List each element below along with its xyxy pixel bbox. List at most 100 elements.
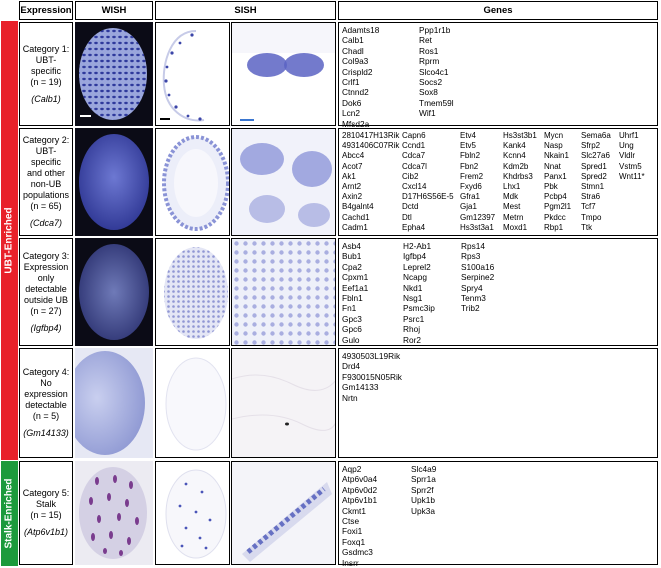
gene-name: Ccnd1: [402, 141, 426, 151]
gene-name: Khdrbs3: [503, 171, 533, 181]
gene-name: Cpa2: [342, 261, 362, 272]
gene-name: Wif1: [419, 108, 436, 119]
gene-name: Spred1: [581, 161, 607, 171]
gene-name: Bub1: [342, 251, 362, 262]
gene-name: Mest: [503, 202, 521, 212]
gene-name: Fbn2: [460, 161, 479, 171]
gene-name: Ak1: [342, 171, 356, 181]
category-line: Category 2:: [22, 135, 70, 145]
gene-name: Wnt11*: [619, 171, 645, 181]
category-line: non-UB: [30, 179, 62, 189]
gene-name: Ror2: [403, 334, 421, 345]
sidebar-ubt-enriched: UBT-Enriched: [1, 21, 18, 460]
sish-zoom-svg: [232, 239, 335, 345]
header-wish: WISH: [75, 1, 153, 20]
sish-section-cat3: [155, 238, 230, 346]
sish-section-cat5: [155, 461, 230, 565]
gene-name: Etv4: [460, 131, 477, 140]
gene-name: Fxyd6: [460, 182, 482, 192]
sish-section-cat4: [155, 348, 230, 458]
genes-cell-cat3: Asb4 Bub1 Cpa2 Cpxm1 Eef1a1 Fbln1 Fn1 Gpc3 Gpc6 G…: [338, 238, 658, 346]
gene-name: Aqp2: [342, 464, 362, 474]
category-3-cell: Category 3: Expression only detectable o…: [19, 238, 73, 346]
category-line: populations: [22, 190, 70, 200]
gene-name: D17H6S56E-5: [402, 192, 454, 202]
header-sish: SISH: [155, 1, 336, 20]
gene-name: Gja1: [460, 202, 477, 212]
gene-name: Upk1b: [411, 495, 435, 506]
gene-name: Tcf7: [581, 202, 596, 212]
category-line: (n = 15): [30, 510, 62, 520]
category-1-cell: Category 1: UBT- specific (n = 19) (Calb…: [19, 22, 73, 126]
gene-name: Metrn: [503, 212, 524, 222]
header-wish-label: WISH: [101, 5, 127, 16]
gene-name: Nnat: [544, 161, 561, 171]
gene-name: Nsg1: [403, 293, 423, 304]
genes-cell-cat1: Adamts18 Calb1 Chadl Col9a3 Crispld2 Crlf1 Ctn…: [338, 22, 658, 129]
gene-name: Acot7: [342, 161, 363, 171]
gene-name: Nkd1: [403, 282, 423, 293]
category-line: Category 5:: [22, 488, 70, 498]
gene-name: Nasp: [544, 141, 563, 151]
gene-name: Pgm2l1: [544, 202, 572, 212]
sish-zoom-cat4: [231, 348, 336, 458]
gene-name: Moxd1: [503, 222, 528, 232]
category-line: (n = 19): [30, 76, 62, 87]
gene-name: Sema6a: [581, 131, 611, 140]
gene-column: H2-Ab1 Igfbp4 Leprel2 Ncapg Nkd1 Nsg1 Psmc3ip P…: [403, 241, 461, 345]
gene-name: Epha4: [402, 222, 426, 232]
gene-name: Rprm: [419, 56, 440, 67]
category-line: outside UB: [23, 294, 69, 305]
sish-section-cat2: [155, 128, 230, 236]
category-line: (n = 65): [30, 201, 62, 211]
gene-name: Vstm5: [619, 161, 642, 171]
header-expression-label: Expression: [20, 5, 72, 16]
genes-cell-cat5: Aqp2 Atp6v0a4 Atp6v0d2 Atp6v1b1 Ckmt1 Ctse Fox…: [338, 461, 658, 568]
gene-name: Ckmt1: [342, 505, 366, 516]
gene-name: Igfbp4: [403, 251, 427, 262]
gene-name: Stra6: [581, 192, 601, 202]
gene-name: Cdca7l: [402, 161, 427, 171]
header-genes: Genes: [338, 1, 658, 20]
gene-name: Ctse: [342, 516, 360, 527]
gene-column: Capn6 Ccnd1 Cdca7 Cdca7l Cib2 Cxcl14 D17H6S56E…: [402, 131, 460, 235]
sidebar-stalk-label: Stalk-Enriched: [4, 478, 15, 549]
gene-column: Sema6a Sfrp2 Slc27a6 Spred1 Spred2 Stmn1 Stra6…: [581, 131, 619, 235]
gene-column: Hs3st3b1 Kank4 Kcnn4 Kdm2b Khdrbs3 Lhx1 Mdk Mes…: [503, 131, 544, 235]
gene-name: Insrr: [342, 557, 359, 568]
wish-image-cat4: [75, 348, 153, 458]
gene-name: Uhrf1: [619, 131, 639, 140]
gene-name: Slco4c1: [419, 66, 449, 77]
sish-zoom-svg: [232, 349, 335, 457]
wish-image-cat5: [75, 461, 153, 565]
sish-zoom-svg: [232, 462, 335, 564]
gene-name: Frem2: [460, 171, 484, 181]
gene-name: Drd4: [342, 361, 360, 372]
gene-name: Sprr1a: [411, 474, 436, 485]
gene-name: Ros1: [419, 45, 439, 56]
category-line: UBT-: [35, 54, 57, 65]
gene-name: Dctd: [402, 202, 419, 212]
wish-kidney-svg: [75, 351, 145, 455]
gene-name: 2810417H13Rik: [342, 131, 400, 140]
gene-name: Kcnn4: [503, 151, 526, 161]
sish-section-svg: [165, 469, 227, 559]
gene-name: Tenm3: [461, 293, 486, 304]
gene-name: Tmpo: [581, 212, 602, 222]
gene-name: Gm14133: [342, 382, 379, 393]
gene-name: Rps3: [461, 251, 481, 262]
gene-name: Trib2: [461, 303, 480, 314]
gene-name: Mdk: [503, 192, 519, 202]
gene-name: H2-Ab1: [403, 241, 432, 251]
wish-image-cat3: [75, 238, 153, 346]
gene-name: Nrtn: [342, 392, 358, 403]
gene-column: Uhrf1 Ung Vldlr Vstm5 Wnt11*: [619, 131, 645, 235]
gene-name: Ret: [419, 35, 432, 46]
gene-name: Atp6v0a4: [342, 474, 378, 485]
category-line: Category 4:: [22, 367, 70, 377]
gene-column: Etv4 Etv5 Fbln2 Fbn2 Frem2 Fxyd6 Gfra1 Gja1 Gm12…: [460, 131, 503, 235]
gene-name: Gsdmc3: [342, 547, 373, 558]
sish-section-svg: [164, 247, 228, 339]
gene-name: Adamts18: [342, 25, 380, 35]
gene-name: Hs3st3a1: [460, 222, 494, 232]
